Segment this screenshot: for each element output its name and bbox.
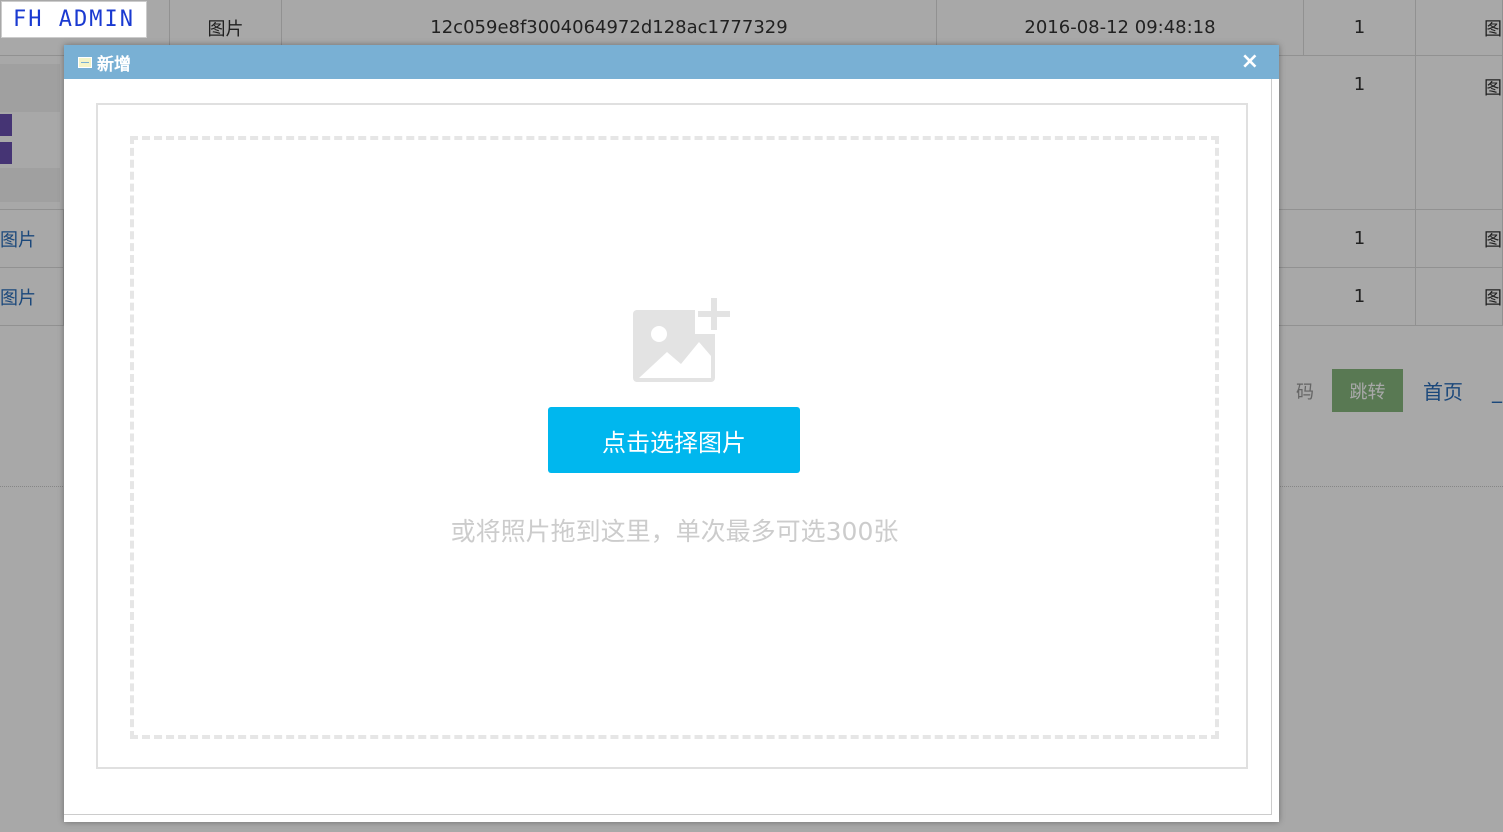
dialog-title: 新增: [97, 54, 131, 75]
app-logo: FH ADMIN: [1, 1, 147, 38]
upload-container: 点击选择图片 或将照片拖到这里，单次最多可选300张: [96, 103, 1248, 769]
window-icon: [78, 56, 92, 68]
add-dialog: 新增 × 点击选择图片 或将照片拖到这里，单次最多可选300张: [64, 45, 1279, 822]
close-icon[interactable]: ×: [1241, 49, 1259, 74]
drop-hint: 或将照片拖到这里，单次最多可选300张: [450, 517, 899, 546]
drop-zone[interactable]: 点击选择图片 或将照片拖到这里，单次最多可选300张: [130, 136, 1219, 739]
select-image-button[interactable]: 点击选择图片: [548, 407, 800, 473]
add-image-icon: [633, 298, 731, 382]
dialog-header[interactable]: 新增 ×: [64, 45, 1279, 79]
